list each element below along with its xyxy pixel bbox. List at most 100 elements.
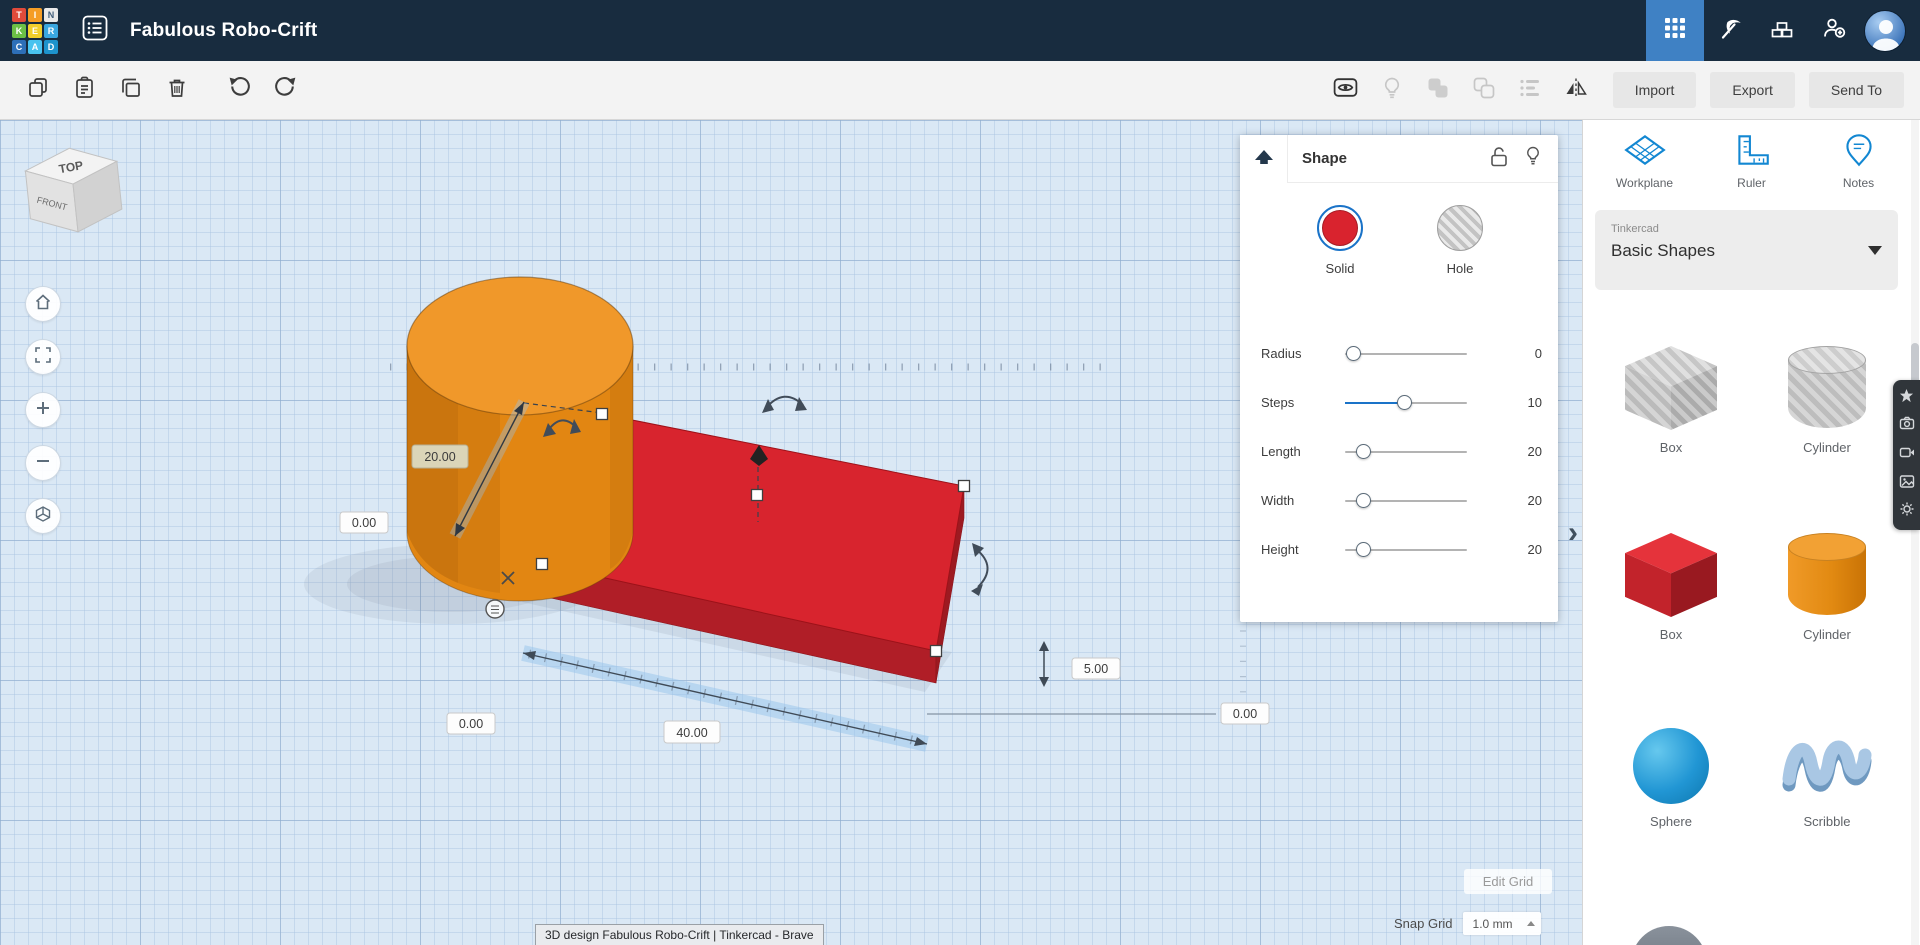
zoom-out-button[interactable] — [25, 445, 61, 481]
collapse-panel-button[interactable] — [1240, 135, 1288, 183]
scale-handle — [537, 559, 548, 570]
length-slider[interactable] — [1345, 444, 1467, 460]
group-icon — [1425, 75, 1451, 106]
design-title[interactable]: Fabulous Robo-Crift — [130, 20, 317, 42]
shape-item-hole-cylinder[interactable]: Cylinder — [1749, 334, 1905, 455]
svg-text:5.00: 5.00 — [1084, 662, 1108, 676]
home-view-button[interactable] — [25, 286, 61, 322]
lightbulb-icon[interactable] — [1524, 146, 1542, 172]
shape-item-hole-box[interactable]: Box — [1593, 334, 1749, 455]
list-menu-icon — [81, 14, 109, 47]
ruler-tool[interactable]: Ruler — [1698, 132, 1805, 190]
shape-item-box[interactable]: Box — [1593, 521, 1749, 642]
avatar[interactable] — [1864, 10, 1906, 52]
video-icon[interactable] — [1899, 444, 1915, 465]
snap-grid-control: Snap Grid 1.0 mm — [1394, 912, 1541, 935]
extension-overlay — [1893, 380, 1920, 530]
hole-option[interactable]: Hole — [1414, 205, 1506, 276]
solid-option[interactable]: Solid — [1294, 205, 1386, 276]
library-kicker: Tinkercad — [1611, 223, 1882, 235]
export-button[interactable]: Export — [1710, 72, 1794, 108]
group-button[interactable] — [1415, 67, 1461, 113]
redo-button[interactable] — [262, 67, 308, 113]
slider-value: 10 — [1528, 395, 1542, 410]
import-button[interactable]: Import — [1613, 72, 1697, 108]
fit-view-button[interactable] — [25, 339, 61, 375]
camera-icon[interactable] — [1899, 415, 1915, 436]
send-to-button[interactable]: Send To — [1809, 72, 1904, 108]
dimension-label-pos-right[interactable]: 0.00 — [1221, 703, 1269, 724]
light-toggle-button[interactable] — [1369, 67, 1415, 113]
edit-grid-button[interactable]: Edit Grid — [1464, 869, 1552, 894]
zoom-in-button[interactable] — [25, 392, 61, 428]
logo-tile: D — [44, 40, 58, 54]
bricks-icon — [1769, 15, 1795, 46]
sidebar-scrollbar-track[interactable] — [1911, 120, 1919, 945]
dimension-label-length[interactable]: 40.00 — [664, 721, 720, 743]
dashboard-button[interactable] — [1646, 0, 1704, 61]
perspective-cube-icon — [34, 505, 52, 528]
duplicate-button[interactable] — [108, 67, 154, 113]
main-menu-button[interactable] — [76, 12, 114, 50]
tinkercad-logo[interactable]: T I N K E R C A D — [12, 8, 58, 54]
show-hide-button[interactable] — [1323, 67, 1369, 113]
ungroup-button[interactable] — [1461, 67, 1507, 113]
image-icon[interactable] — [1899, 473, 1915, 494]
perspective-toggle-button[interactable] — [25, 498, 61, 534]
home-icon — [34, 293, 52, 316]
workplane-tool[interactable]: Workplane — [1591, 132, 1698, 190]
undo-button[interactable] — [216, 67, 262, 113]
mirror-button[interactable] — [1553, 67, 1599, 113]
width-slider[interactable] — [1345, 493, 1467, 509]
align-button[interactable] — [1507, 67, 1553, 113]
design-canvas[interactable]: 20.00 0.00 0.00 40.00 5.00 — [0, 120, 1582, 945]
collapse-sidebar-chevron[interactable]: › — [1568, 518, 1578, 548]
dimension-label-pos-left[interactable]: 0.00 — [340, 512, 388, 533]
radius-slider[interactable] — [1345, 346, 1467, 362]
slider-label: Steps — [1261, 395, 1345, 410]
shape-library-dropdown[interactable]: Tinkercad Basic Shapes — [1595, 210, 1898, 290]
invite-button[interactable] — [1808, 0, 1860, 61]
plus-icon — [35, 400, 51, 421]
snap-grid-select[interactable]: 1.0 mm — [1463, 912, 1541, 935]
dimension-label-pos-bottom[interactable]: 0.00 — [447, 713, 495, 734]
shape-item-scribble[interactable]: Scribble — [1749, 708, 1905, 829]
rotate-handle-top[interactable] — [762, 397, 807, 413]
svg-text:0.00: 0.00 — [1233, 707, 1257, 721]
orange-cylinder-shape[interactable] — [407, 277, 633, 601]
shape-item-partial[interactable] — [1631, 926, 1707, 945]
dimension-label-width[interactable]: 20.00 — [412, 445, 468, 468]
steps-slider[interactable] — [1345, 395, 1467, 411]
brick-export-button[interactable] — [1756, 0, 1808, 61]
paste-button[interactable] — [62, 67, 108, 113]
view-cube[interactable]: TOP FRONT — [15, 139, 133, 249]
notes-tool[interactable]: Notes — [1805, 132, 1912, 190]
shape-item-cylinder[interactable]: Cylinder — [1749, 521, 1905, 642]
ruler-options-icon[interactable] — [486, 600, 504, 618]
workplane-icon — [1624, 155, 1666, 172]
rotate-handle-right[interactable] — [971, 543, 988, 596]
gear-icon[interactable] — [1899, 501, 1915, 522]
dimension-label-gap[interactable]: 5.00 — [1072, 658, 1120, 679]
slider-value: 20 — [1528, 542, 1542, 557]
svg-text:40.00: 40.00 — [676, 726, 707, 740]
slider-value: 0 — [1535, 346, 1542, 361]
copy-button[interactable] — [16, 67, 62, 113]
slider-label: Width — [1261, 493, 1345, 508]
shape-inspector-panel: Shape — [1240, 135, 1558, 622]
snap-grid-label: Snap Grid — [1394, 916, 1453, 931]
shape-item-sphere[interactable]: Sphere — [1593, 708, 1749, 829]
delete-button[interactable] — [154, 67, 200, 113]
slider-row-width: Width 20 — [1240, 476, 1558, 525]
lock-icon[interactable] — [1490, 146, 1508, 172]
minecraft-export-button[interactable] — [1704, 0, 1756, 61]
scribble-icon — [1777, 717, 1877, 804]
height-slider[interactable] — [1345, 542, 1467, 558]
pickaxe-icon — [1717, 15, 1744, 47]
logo-tile: T — [12, 8, 26, 22]
scale-handle — [597, 409, 608, 420]
star-icon[interactable] — [1899, 388, 1914, 408]
ruler-icon — [1731, 155, 1773, 172]
person-add-icon — [1821, 15, 1847, 46]
slider-row-length: Length 20 — [1240, 427, 1558, 476]
